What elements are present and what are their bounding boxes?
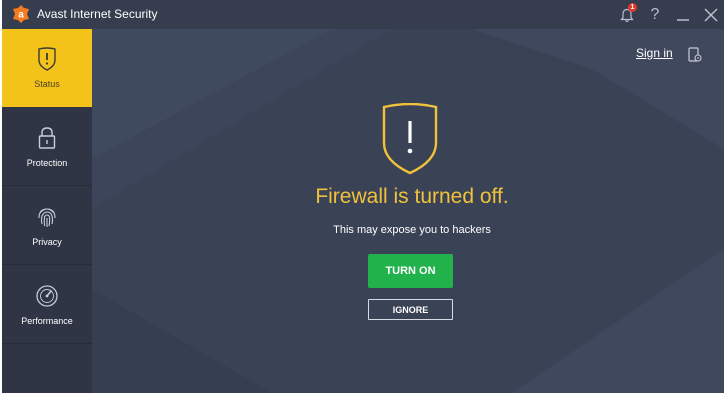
- avast-logo-icon: a: [13, 5, 29, 23]
- sidebar-item-performance[interactable]: Performance: [2, 266, 92, 344]
- alert-subtext: This may expose you to hackers: [333, 224, 491, 236]
- sidebar-item-privacy[interactable]: Privacy: [2, 187, 92, 265]
- turn-on-button[interactable]: TURN ON: [368, 254, 453, 288]
- sidebar-item-protection[interactable]: Protection: [2, 108, 92, 186]
- notification-badge: 1: [628, 3, 637, 12]
- main-panel: Sign in Firewall is turned off. This may…: [92, 29, 724, 393]
- minimize-button[interactable]: [671, 3, 695, 27]
- alert-headline: Firewall is turned off.: [315, 185, 509, 208]
- status-shield-icon: [38, 47, 56, 71]
- ignore-button[interactable]: IGNORE: [368, 299, 453, 320]
- sidebar-item-status[interactable]: Status: [2, 29, 92, 107]
- sidebar-item-label: Performance: [21, 316, 73, 326]
- warning-shield-icon: [382, 103, 438, 175]
- notifications-button[interactable]: 1: [615, 3, 639, 27]
- sidebar-item-label: Protection: [26, 158, 68, 168]
- app-window: a Avast Internet Security 1 ? Status Pro…: [2, 0, 724, 393]
- title-bar: a Avast Internet Security 1 ?: [2, 0, 724, 29]
- help-icon: ?: [650, 6, 660, 23]
- app-title: Avast Internet Security: [37, 7, 158, 21]
- speedometer-icon: [36, 285, 58, 307]
- help-button[interactable]: ?: [643, 3, 667, 27]
- sidebar: Status Protection Privacy Performance: [2, 29, 92, 393]
- sign-in-link[interactable]: Sign in: [636, 46, 673, 60]
- fingerprint-icon: [38, 208, 56, 227]
- minimize-icon: [677, 19, 689, 21]
- close-icon: [704, 8, 718, 22]
- device-settings-icon[interactable]: [688, 47, 702, 63]
- close-button[interactable]: [699, 3, 723, 27]
- sidebar-item-label: Status: [34, 79, 60, 89]
- lock-icon: [38, 127, 56, 149]
- sidebar-item-label: Privacy: [32, 237, 62, 247]
- background-pattern: [92, 29, 724, 393]
- svg-text:a: a: [18, 10, 24, 21]
